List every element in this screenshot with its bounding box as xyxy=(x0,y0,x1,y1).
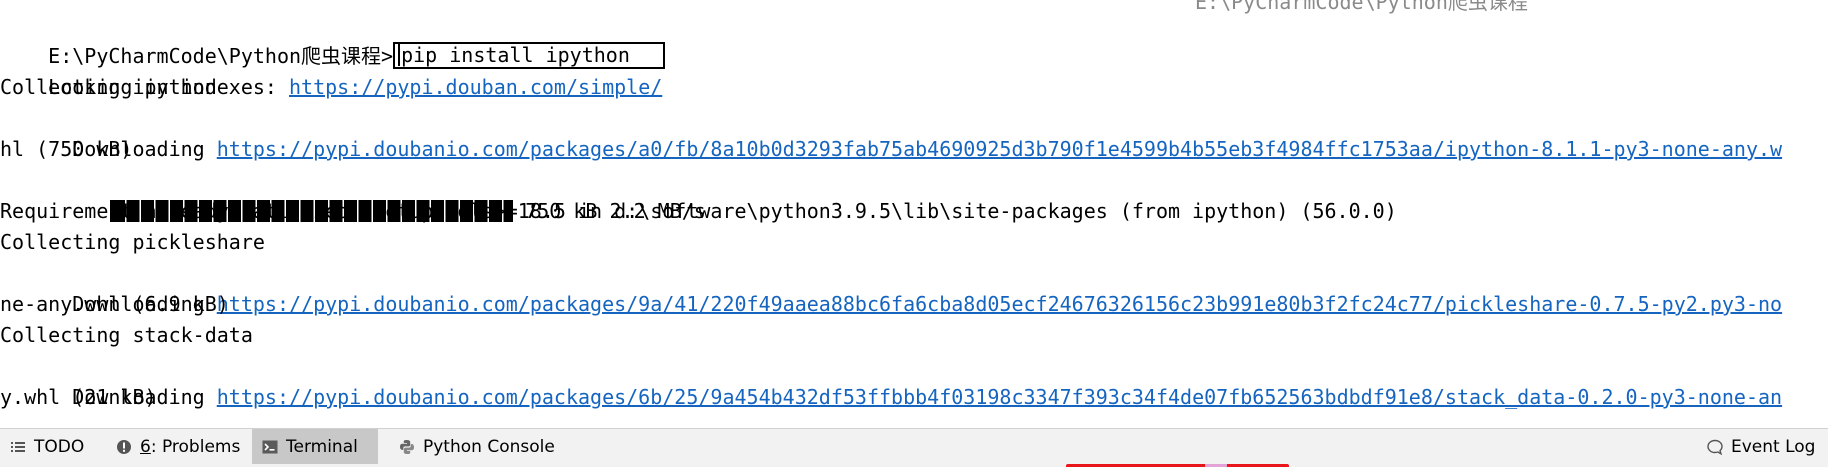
output-line: hl (750 kB) xyxy=(0,137,133,161)
package-url-link[interactable]: https://pypi.doubanio.com/packages/9a/41… xyxy=(217,292,1782,316)
package-url-link[interactable]: https://pypi.doubanio.com/packages/6b/25… xyxy=(217,385,1782,409)
bubble-icon xyxy=(1707,439,1723,455)
output-line: Requirement already satisfied: setuptool… xyxy=(0,199,1397,223)
terminal-output[interactable]: E:\PyCharmCode\Python爬虫课程 E:\PyCharmCode… xyxy=(0,0,1828,428)
tab-python-console-label: Python Console xyxy=(423,437,555,457)
output-line: Downloading https://pypi.doubanio.com/pa… xyxy=(0,103,1782,161)
terminal-icon xyxy=(262,439,278,455)
output-line: Collecting ipython xyxy=(0,75,217,99)
output-line: Looking in indexes: https://pypi.douban.… xyxy=(0,41,662,99)
tab-terminal[interactable]: Terminal xyxy=(252,429,378,465)
python-icon xyxy=(399,439,415,455)
tab-problems[interactable]: 6: Problems xyxy=(106,429,250,465)
tab-todo[interactable]: TODO xyxy=(0,429,94,465)
output-line: Downloading https://pypi.doubanio.com/pa… xyxy=(0,258,1782,316)
output-line: ne-any.whl (6.9 kB) xyxy=(0,292,229,316)
index-url-link[interactable]: https://pypi.douban.com/simple/ xyxy=(289,75,662,99)
tab-event-log[interactable]: Event Log xyxy=(1697,429,1825,465)
problems-text: : Problems xyxy=(150,437,241,457)
warning-circle-icon xyxy=(116,439,132,455)
tab-python-console[interactable]: Python Console xyxy=(389,429,565,465)
tool-window-bar: TODO 6: Problems Terminal Python Console… xyxy=(0,428,1828,465)
package-url-link[interactable]: https://pypi.doubanio.com/packages/a0/fb… xyxy=(217,137,1782,161)
tab-terminal-label: Terminal xyxy=(286,437,358,457)
progress-line: 750 kB 2.2 MB/s xyxy=(0,165,706,223)
ghost-path-text: E:\PyCharmCode\Python爬虫课程 xyxy=(1195,0,1528,14)
output-line: y.whl (21 kB) xyxy=(0,385,157,409)
output-line: Collecting stack-data xyxy=(0,323,253,347)
tab-problems-label: 6: Problems xyxy=(140,437,240,457)
output-line: Collecting pickleshare xyxy=(0,230,265,254)
tab-todo-label: TODO xyxy=(34,437,85,457)
problems-count: 6 xyxy=(140,437,151,457)
prompt-line: E:\PyCharmCode\Python爬虫课程> pip install ip… xyxy=(0,10,666,69)
tab-event-log-label: Event Log xyxy=(1731,437,1816,457)
output-line: Downloading https://pypi.doubanio.com/pa… xyxy=(0,351,1782,409)
list-icon xyxy=(10,439,26,455)
